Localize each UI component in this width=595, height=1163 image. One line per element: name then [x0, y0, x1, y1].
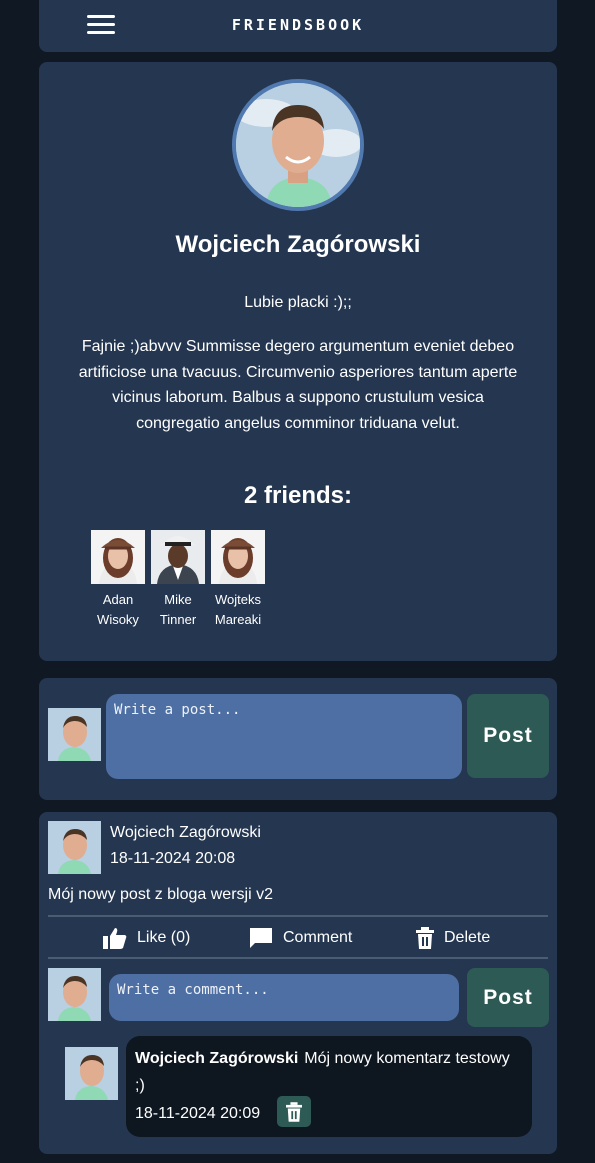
divider: [48, 957, 548, 959]
comment-button[interactable]: Comment: [249, 927, 352, 949]
post-submit-button[interactable]: Post: [467, 694, 549, 778]
post-card: Wojciech Zagórowski 18-11-2024 20:08 Mój…: [39, 812, 557, 1154]
delete-button[interactable]: Delete: [416, 927, 490, 949]
post-author-name[interactable]: Wojciech Zagórowski: [110, 824, 261, 842]
friend-name: Wojteks Mareaki: [214, 592, 262, 627]
friend-name: Adan Wisoky: [97, 592, 139, 627]
top-navbar: FRIENDSBOOK: [39, 0, 557, 52]
post-author-avatar[interactable]: [48, 821, 101, 874]
trash-icon: [286, 1101, 302, 1122]
profile-status: Lubie placki :);;: [244, 294, 352, 311]
comment-item: Wojciech Zagórowski Mój nowy komentarz te…: [126, 1036, 532, 1137]
app-logo[interactable]: FRIENDSBOOK: [39, 16, 557, 34]
friend-item[interactable]: Mike Tinner: [148, 530, 208, 630]
profile-avatar: [232, 79, 364, 211]
delete-comment-button[interactable]: [277, 1096, 311, 1127]
delete-label: Delete: [444, 929, 491, 946]
profile-bio: Fajnie ;)abvvv Summisse degero argumentu…: [78, 338, 518, 432]
profile-name: Wojciech Zagórowski: [175, 231, 421, 258]
commenter-avatar: [48, 968, 101, 1021]
friend-avatar: [91, 530, 145, 584]
friends-count-heading: 2 friends:: [243, 482, 353, 509]
comment-author-avatar[interactable]: [65, 1047, 118, 1100]
profile-card: Wojciech Zagórowski Lubie placki :);; Fa…: [39, 62, 557, 661]
friend-avatar: [211, 530, 265, 584]
comment-author-name[interactable]: Wojciech Zagórowski: [135, 1050, 298, 1067]
comment-timestamp: 18-11-2024 20:09: [135, 1105, 261, 1122]
post-composer: Post: [39, 678, 557, 800]
comment-label: Comment: [283, 929, 353, 946]
comment-icon: [250, 928, 272, 948]
friend-avatar: [151, 530, 205, 584]
post-actions: Like (0) Comment Delete: [48, 918, 548, 958]
post-timestamp: 18-11-2024 20:08: [110, 850, 236, 867]
divider: [48, 915, 548, 917]
post-input[interactable]: [106, 694, 462, 779]
trash-icon: [416, 927, 434, 949]
like-label: Like (0): [137, 929, 191, 946]
friends-list: Adan Wisoky Mike Tinner Wojteks Mareaki: [88, 530, 268, 630]
friend-item[interactable]: Adan Wisoky: [88, 530, 148, 630]
post-content: Mój nowy post z bloga wersji v2: [48, 886, 273, 903]
like-button[interactable]: Like (0): [103, 927, 190, 949]
comment-submit-button[interactable]: Post: [467, 968, 549, 1027]
composer-avatar: [48, 708, 101, 761]
comment-input[interactable]: [109, 974, 459, 1021]
thumbs-up-icon: [103, 928, 127, 949]
friend-name: Mike Tinner: [159, 592, 197, 627]
comment-body: Wojciech Zagórowski Mój nowy komentarz te…: [135, 1045, 515, 1099]
friend-item[interactable]: Wojteks Mareaki: [208, 530, 268, 630]
